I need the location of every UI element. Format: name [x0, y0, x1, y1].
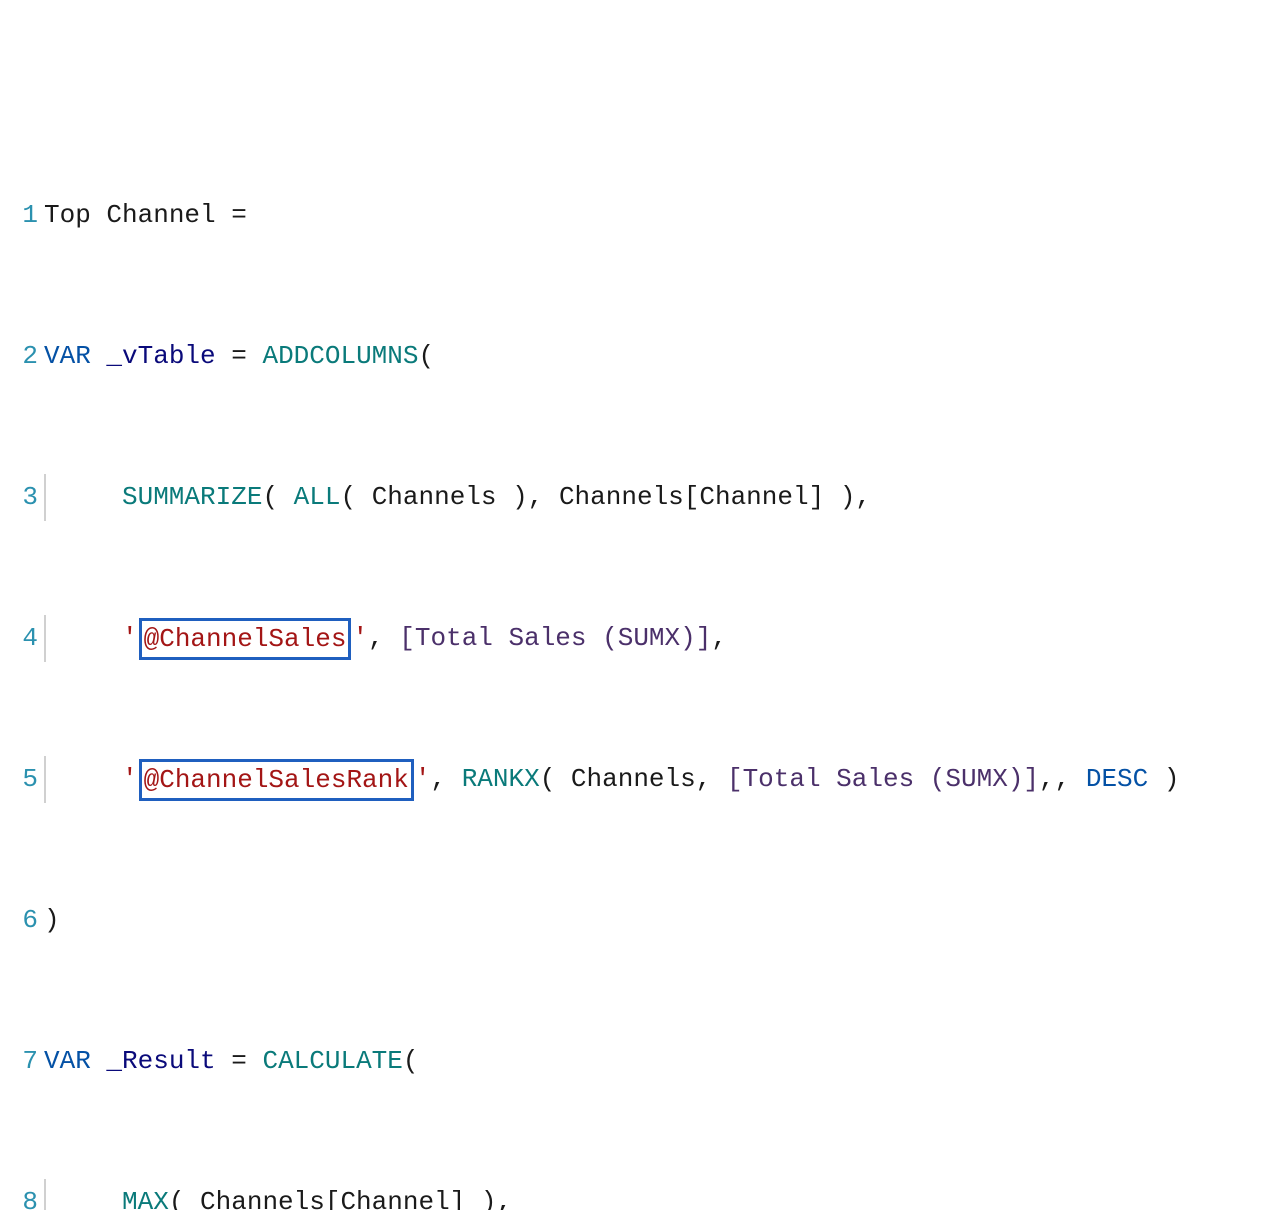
func-addcolumns: ADDCOLUMNS: [262, 333, 418, 380]
code-line[interactable]: 6 ): [0, 897, 1281, 944]
line-number: 1: [0, 192, 44, 239]
func-summarize: SUMMARIZE: [122, 474, 262, 521]
boxed-string-channelsales: @ChannelSales: [139, 618, 352, 660]
measure-ref: [Total Sales (SUMX)]: [727, 756, 1039, 803]
identifier: _Result: [106, 1038, 215, 1085]
indent-guide: [44, 756, 46, 803]
column-ref: Channels[Channel]: [559, 474, 824, 521]
code-line[interactable]: 5 '@ChannelSalesRank', RANKX( Channels, …: [0, 756, 1281, 803]
boxed-string-channelsalesrank: @ChannelSalesRank: [139, 759, 414, 801]
keyword-var: VAR: [44, 333, 91, 380]
paren-close: ): [44, 897, 60, 944]
func-calculate: CALCULATE: [262, 1038, 402, 1085]
func-max: MAX: [122, 1179, 169, 1210]
line-number: 6: [0, 897, 44, 944]
indent-guide: [44, 1179, 46, 1210]
keyword-var: VAR: [44, 1038, 91, 1085]
code-line[interactable]: 2 VAR _vTable = ADDCOLUMNS(: [0, 333, 1281, 380]
code-line[interactable]: 7 VAR _Result = CALCULATE(: [0, 1038, 1281, 1085]
code-line[interactable]: 8 MAX( Channels[Channel] ),: [0, 1179, 1281, 1210]
func-all: ALL: [294, 474, 341, 521]
line-number: 4: [0, 615, 44, 662]
measure-name: Top Channel: [44, 192, 231, 239]
table-ref: Channels: [571, 756, 696, 803]
line-number: 2: [0, 333, 44, 380]
equals: =: [231, 192, 247, 239]
measure-ref: [Total Sales (SUMX)]: [399, 615, 711, 662]
indent-guide: [44, 474, 46, 521]
line-number: 8: [0, 1179, 44, 1210]
indent-guide: [44, 615, 46, 662]
code-line[interactable]: 4 '@ChannelSales', [Total Sales (SUMX)],: [0, 615, 1281, 662]
code-line[interactable]: 3 SUMMARIZE( ALL( Channels ), Channels[C…: [0, 474, 1281, 521]
table-ref: Channels: [372, 474, 497, 521]
identifier: _vTable: [106, 333, 215, 380]
line-number: 5: [0, 756, 44, 803]
line-number: 3: [0, 474, 44, 521]
code-line[interactable]: 1 Top Channel =: [0, 192, 1281, 239]
func-rankx: RANKX: [462, 756, 540, 803]
column-ref: Channels[Channel]: [200, 1179, 465, 1210]
keyword-desc: DESC: [1086, 756, 1148, 803]
line-number: 7: [0, 1038, 44, 1085]
